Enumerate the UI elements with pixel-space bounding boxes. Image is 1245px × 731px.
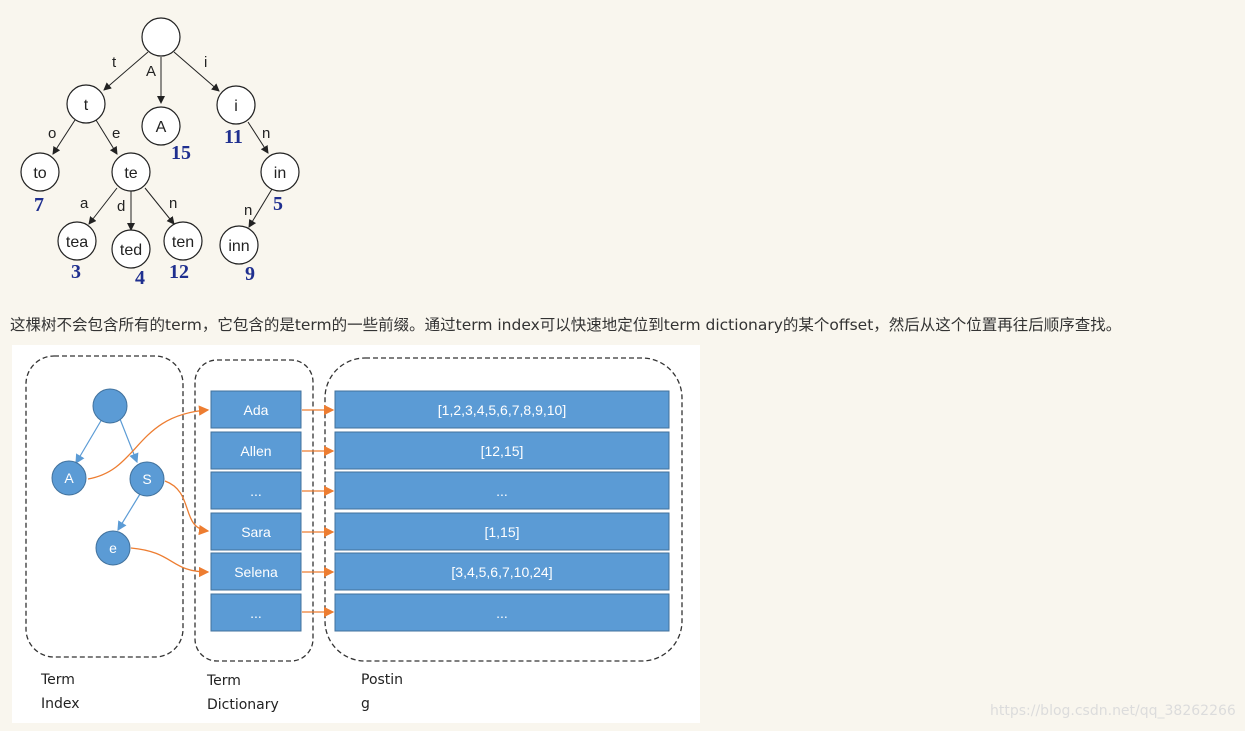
dictionary-term: Allen: [240, 443, 271, 459]
postings-row: [3,4,5,6,7,10,24]: [334, 552, 670, 591]
term-index-node: e: [95, 530, 131, 566]
term-index-node-label: A: [64, 470, 74, 486]
term-index-node: S: [129, 461, 165, 497]
term-index-edge: [117, 493, 141, 532]
postings-list: [12,15]: [481, 443, 524, 459]
label-line: Dictionary: [207, 697, 279, 713]
dictionary-row: Ada: [210, 390, 302, 429]
postings-label: Postin g: [361, 668, 403, 716]
term-index-node: A: [51, 460, 87, 496]
label-line: Term: [41, 672, 75, 688]
label-line: g: [361, 696, 370, 712]
term-index-label: Term Index: [41, 668, 80, 716]
index-to-dictionary-arrow: [130, 547, 210, 578]
term-index-node-label: e: [109, 540, 117, 556]
dictionary-term: ...: [250, 483, 262, 499]
term-index-edge: [75, 418, 103, 465]
index-to-dictionary-arrow: [164, 480, 210, 536]
dictionary-row: Sara: [210, 512, 302, 551]
term-dictionary-label: Term Dictionary: [207, 669, 279, 717]
postings-list: ...: [496, 605, 508, 621]
postings-row: [12,15]: [334, 431, 670, 470]
label-line: Postin: [361, 672, 404, 688]
dictionary-row: Allen: [210, 431, 302, 470]
postings-list: [3,4,5,6,7,10,24]: [451, 564, 552, 580]
label-line: Index: [41, 696, 80, 712]
dictionary-term: Sara: [241, 524, 271, 540]
dictionary-term: Ada: [244, 402, 269, 418]
watermark: https://blog.csdn.net/qq_38262266: [990, 703, 1236, 719]
postings-list: [1,15]: [484, 524, 519, 540]
dictionary-term: ...: [250, 605, 262, 621]
postings-row: [1,15]: [334, 512, 670, 551]
dictionary-row: Selena: [210, 552, 302, 591]
dictionary-row: ...: [210, 471, 302, 510]
postings-list: ...: [496, 483, 508, 499]
postings-row: ...: [334, 593, 670, 632]
postings-row: [1,2,3,4,5,6,7,8,9,10]: [334, 390, 670, 429]
term-index-node-label: S: [142, 471, 151, 487]
label-line: Term: [207, 673, 241, 689]
term-index-figure: A S e Ada Allen ... Sara Selena ... [1,2…: [25, 355, 683, 662]
term-index-node-root: [92, 388, 128, 424]
postings-row: ...: [334, 471, 670, 510]
postings-list: [1,2,3,4,5,6,7,8,9,10]: [438, 402, 566, 418]
dictionary-term: Selena: [234, 564, 278, 580]
dictionary-row: ...: [210, 593, 302, 632]
